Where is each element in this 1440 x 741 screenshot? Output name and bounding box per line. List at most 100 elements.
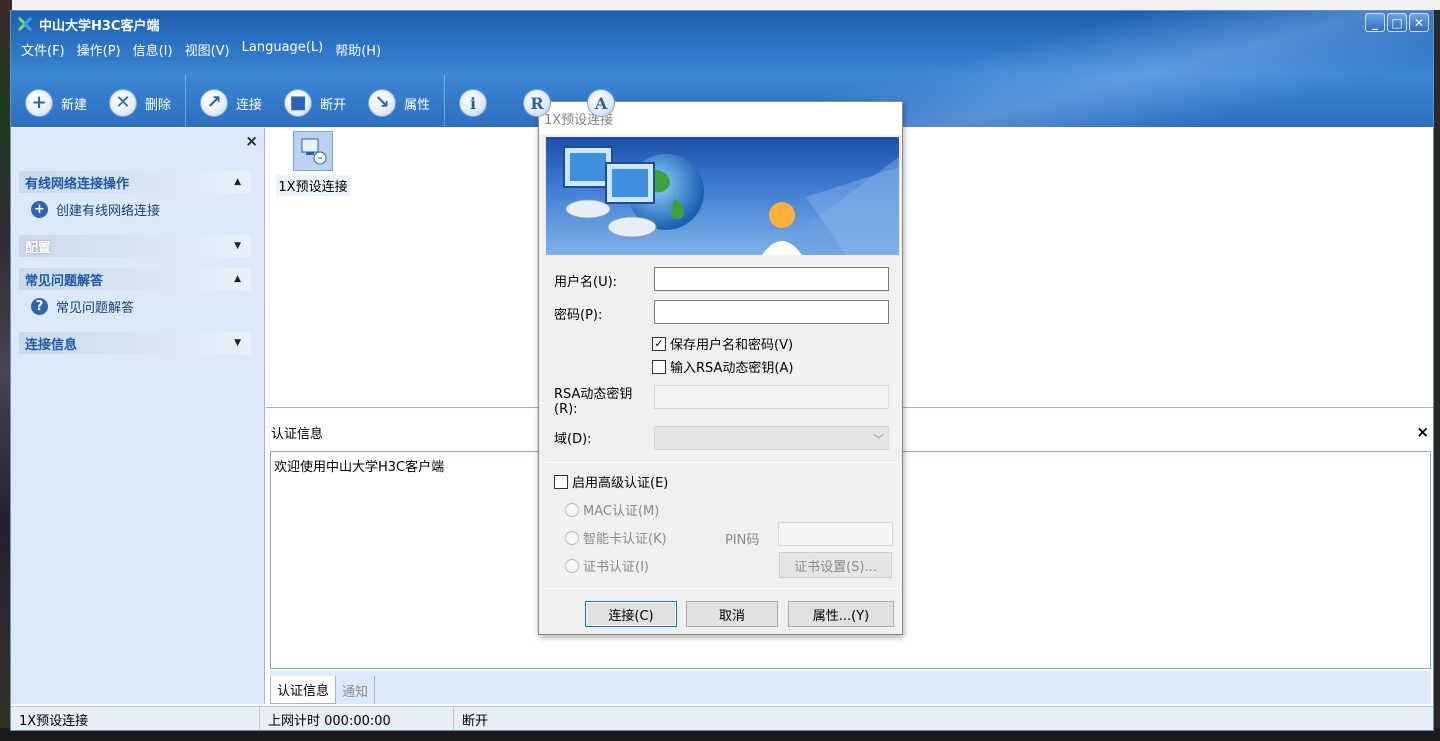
username-label: 用户名(U): [554, 275, 618, 290]
sidebar-item-create-wired[interactable]: + 创建有线网络连接 [31, 200, 160, 219]
rsa-key-label: RSA动态密钥(R): [554, 387, 633, 417]
disconnect-button[interactable]: ■ 断开 [284, 89, 346, 117]
section-title: 常见问题解答 [25, 273, 104, 289]
connect-button[interactable]: ↗ 连接 [200, 89, 262, 117]
dialog-banner-image [546, 137, 899, 255]
status-bar: 1X预设连接 上网计时 000:00:00 断开 [11, 706, 1433, 730]
section-conn-info[interactable]: 连接信息 ▼ [19, 332, 251, 354]
properties-button[interactable]: ↘ 属性 [368, 89, 430, 117]
menu-operation[interactable]: 操作(P) [71, 38, 127, 61]
delete-label: 删除 [145, 97, 172, 113]
desktop-top-strip [0, 0, 1440, 10]
advanced-auth-label: 启用高级认证(E) [572, 476, 669, 491]
mac-auth-radio[interactable]: MAC认证(M) [565, 500, 659, 519]
section-title: 连接信息 [25, 337, 78, 353]
password-label: 密码(P): [554, 308, 603, 323]
menu-help[interactable]: 帮助(H) [329, 38, 387, 61]
auth-tabs: 认证信息 通知 [270, 671, 1431, 704]
checkbox-unchecked-icon [652, 359, 666, 374]
connection-tile[interactable]: 1X预设连接 [273, 131, 353, 196]
pin-field[interactable] [778, 522, 893, 546]
close-button[interactable]: ✕ [1409, 13, 1429, 32]
tab-auth-info[interactable]: 认证信息 [270, 676, 337, 704]
menu-bar: 文件(F) 操作(P) 信息(I) 视图(V) Language(L) 帮助(H… [15, 38, 387, 61]
toolbar: + 新建 ✕ 删除 ↗ 连接 ■ 断开 ↘ 属性 i R A [25, 75, 651, 131]
smartcard-auth-radio[interactable]: 智能卡认证(K) [565, 528, 667, 547]
welcome-message: 欢迎使用中山大学H3C客户端 [274, 460, 445, 475]
section-title: 配置 [25, 240, 52, 256]
stop-icon: ■ [284, 89, 313, 117]
status-state: 断开 [462, 714, 489, 729]
rsa-key-checkbox[interactable]: 输入RSA动态密钥(A) [652, 357, 793, 376]
toolbar-divider [185, 75, 187, 131]
domain-label: 域(D): [554, 432, 592, 447]
auth-panel-close-icon[interactable]: × [1416, 423, 1429, 441]
password-field[interactable] [654, 300, 889, 324]
menu-info[interactable]: 信息(I) [127, 38, 179, 61]
cert-settings-button[interactable]: 证书设置(S)... [779, 552, 892, 578]
chevron-down-icon: ﹀ [873, 433, 884, 446]
status-connection: 1X预设连接 [11, 706, 260, 730]
properties-icon: ↘ [368, 89, 397, 117]
connection-tile-label: 1X预设连接 [276, 175, 350, 196]
cancel-button[interactable]: 取消 [686, 601, 778, 627]
maximize-button[interactable]: □ [1387, 13, 1407, 32]
radio-icon [565, 530, 579, 545]
title-row: 中山大学H3C客户端 [17, 14, 159, 34]
expand-icon: ▼ [234, 241, 241, 251]
radio-icon [565, 502, 579, 517]
cert-auth-label: 证书认证(I) [583, 560, 649, 575]
delete-button[interactable]: ✕ 删除 [109, 89, 171, 117]
checkbox-checked-icon: ✓ [652, 336, 666, 351]
connect-label: 连接 [236, 97, 263, 113]
x-circle-icon: ✕ [109, 89, 138, 117]
window-title: 中山大学H3C客户端 [39, 18, 160, 34]
properties-label: 属性 [404, 97, 431, 113]
pin-label: PIN码 [725, 533, 760, 548]
section-wired-ops[interactable]: 有线网络连接操作 ▲ [19, 171, 251, 193]
minimize-button[interactable]: _ [1365, 13, 1385, 32]
rsa-checkbox-label: 输入RSA动态密钥(A) [670, 361, 794, 376]
new-button[interactable]: + 新建 [25, 89, 87, 117]
section-faq[interactable]: 常见问题解答 ▲ [19, 268, 251, 290]
dialog-divider-2 [546, 588, 899, 589]
sidebar-item-faq[interactable]: ? 常见问题解答 [31, 297, 134, 316]
auth-panel-title: 认证信息 [271, 426, 324, 442]
cert-auth-radio[interactable]: 证书认证(I) [565, 556, 649, 575]
section-title: 有线网络连接操作 [25, 176, 130, 192]
mac-auth-label: MAC认证(M) [583, 504, 660, 519]
help-icon: ? [31, 298, 48, 315]
menu-view[interactable]: 视图(V) [179, 38, 236, 61]
toolbar-divider-2 [444, 75, 446, 131]
sidebar: × 有线网络连接操作 ▲ + 创建有线网络连接 配置 ▼ 常见问题解答 ▲ ? … [11, 128, 265, 704]
new-label: 新建 [61, 97, 88, 113]
connect-button[interactable]: 连接(C) [585, 601, 677, 627]
connect-dialog: 1X预设连接 用户名(U): 密码(P): ✓ 保存用户名和密码(V) 输入RS… [538, 101, 903, 635]
collapse-icon: ▲ [234, 274, 241, 284]
dialog-properties-button[interactable]: 属性...(Y) [788, 601, 894, 627]
sidebar-close-icon[interactable]: × [245, 132, 258, 150]
window-controls: _ □ ✕ [1365, 13, 1429, 32]
tab-notice[interactable]: 通知 [336, 676, 376, 704]
disconnect-label: 断开 [320, 97, 347, 113]
smartcard-auth-label: 智能卡认证(K) [583, 532, 667, 547]
username-field[interactable] [654, 267, 889, 291]
domain-select[interactable]: ﹀ [654, 426, 889, 450]
rsa-key-field[interactable] [654, 385, 889, 409]
checkbox-unchecked-icon [554, 474, 568, 489]
a-icon[interactable]: A [587, 89, 616, 117]
collapse-icon: ▲ [234, 177, 241, 187]
r-icon[interactable]: R [523, 89, 552, 117]
sidebar-item-label: 创建有线网络连接 [56, 204, 161, 219]
sidebar-item-label: 常见问题解答 [56, 301, 135, 316]
section-config[interactable]: 配置 ▼ [19, 235, 251, 257]
h3c-logo-icon [17, 16, 33, 32]
advanced-auth-checkbox[interactable]: 启用高级认证(E) [554, 472, 668, 491]
network-connection-icon [293, 131, 333, 171]
expand-icon: ▼ [234, 338, 241, 348]
save-credentials-checkbox[interactable]: ✓ 保存用户名和密码(V) [652, 334, 793, 353]
menu-file[interactable]: 文件(F) [15, 38, 71, 61]
info-icon[interactable]: i [459, 89, 488, 117]
menu-language[interactable]: Language(L) [236, 38, 330, 61]
status-timer: 上网计时 000:00:00 [260, 706, 454, 730]
